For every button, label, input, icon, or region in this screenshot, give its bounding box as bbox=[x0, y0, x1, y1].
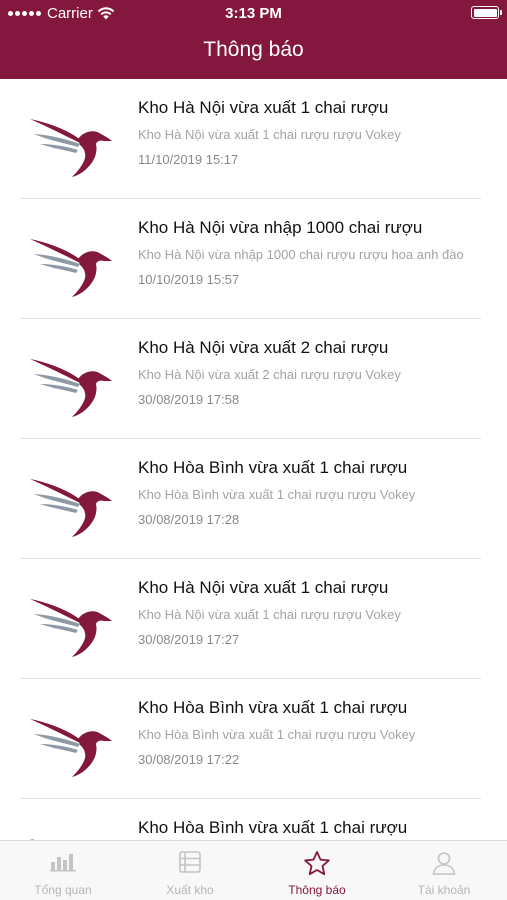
notification-title: Kho Hòa Bình vừa xuất 1 chai rượu bbox=[138, 458, 408, 477]
bar-chart-icon bbox=[50, 854, 76, 872]
eagle-logo-icon bbox=[30, 479, 112, 537]
notification-date: 11/10/2019 15:17 bbox=[138, 152, 239, 167]
star-icon bbox=[304, 851, 330, 876]
notification-date: 30/08/2019 17:28 bbox=[138, 512, 240, 527]
notification-title: Kho Hòa Bình vừa xuất 1 chai rượu bbox=[138, 818, 408, 837]
notification-title: Kho Hà Nội vừa xuất 2 chai rượu bbox=[138, 338, 389, 357]
notification-item[interactable]: Kho Hà Nội vừa xuất 1 chai rượu Kho Hà N… bbox=[0, 559, 507, 679]
eagle-logo-icon bbox=[30, 359, 112, 417]
notification-date: 30/08/2019 17:58 bbox=[138, 392, 240, 407]
notification-title: Kho Hà Nội vừa nhập 1000 chai rượu bbox=[138, 218, 423, 237]
notification-date: 30/08/2019 17:22 bbox=[138, 752, 240, 767]
notification-item[interactable]: Kho Hòa Bình vừa xuất 1 chai rượu bbox=[0, 799, 507, 840]
notification-date: 10/10/2019 15:57 bbox=[138, 272, 240, 287]
eagle-logo-icon bbox=[30, 599, 112, 657]
notification-title: Kho Hà Nội vừa xuất 1 chai rượu bbox=[138, 98, 389, 117]
tab-bar: Tổng quan Xuất kho Thông báo Tài khoản bbox=[0, 840, 507, 900]
user-icon bbox=[432, 852, 456, 875]
notification-item[interactable]: Kho Hà Nội vừa xuất 2 chai rượu Kho Hà N… bbox=[0, 319, 507, 439]
tab-label: Tài khoản bbox=[417, 883, 471, 897]
notification-subtitle: Kho Hà Nội vừa xuất 2 chai rượu rượu Vok… bbox=[138, 367, 401, 382]
notification-list[interactable]: Kho Hà Nội vừa xuất 1 chai rượu Kho Hà N… bbox=[0, 79, 507, 840]
notification-date: 30/08/2019 17:27 bbox=[138, 632, 240, 647]
eagle-logo-icon bbox=[30, 239, 112, 297]
tab-xuat-kho[interactable]: Xuất kho bbox=[127, 841, 253, 900]
notification-subtitle: Kho Hòa Bình vừa xuất 1 chai rượu rượu V… bbox=[138, 487, 416, 502]
notification-item[interactable]: Kho Hòa Bình vừa xuất 1 chai rượu Kho Hò… bbox=[0, 679, 507, 799]
status-bar: Carrier 3:13 PM bbox=[0, 0, 507, 26]
notification-subtitle: Kho Hà Nội vừa nhập 1000 chai rượu rượu … bbox=[138, 247, 464, 262]
notification-item[interactable]: Kho Hà Nội vừa nhập 1000 chai rượu Kho H… bbox=[0, 199, 507, 319]
tab-label: Tổng quan bbox=[34, 883, 92, 897]
notification-subtitle: Kho Hòa Bình vừa xuất 1 chai rượu rượu V… bbox=[138, 727, 416, 742]
notification-subtitle: Kho Hà Nội vừa xuất 1 chai rượu rượu Vok… bbox=[138, 127, 401, 142]
tab-tai-khoan[interactable]: Tài khoản bbox=[381, 841, 507, 900]
notification-item[interactable]: Kho Hà Nội vừa xuất 1 chai rượu Kho Hà N… bbox=[0, 79, 507, 199]
notification-item[interactable]: Kho Hòa Bình vừa xuất 1 chai rượu Kho Hò… bbox=[0, 439, 507, 559]
notification-title: Kho Hà Nội vừa xuất 1 chai rượu bbox=[138, 578, 389, 597]
notification-title: Kho Hòa Bình vừa xuất 1 chai rượu bbox=[138, 698, 408, 717]
app-header: Carrier 3:13 PM Thông báo bbox=[0, 0, 507, 79]
status-time: 3:13 PM bbox=[225, 5, 282, 22]
tab-tong-quan[interactable]: Tổng quan bbox=[0, 841, 126, 900]
tab-thong-bao[interactable]: Thông báo bbox=[254, 841, 380, 900]
page-title: Thông báo bbox=[203, 38, 304, 61]
battery-icon bbox=[471, 6, 502, 19]
list-icon bbox=[179, 851, 201, 873]
tab-label: Xuất kho bbox=[166, 883, 214, 897]
eagle-logo-icon bbox=[30, 119, 112, 177]
eagle-logo-icon bbox=[30, 719, 112, 777]
tab-label: Thông báo bbox=[288, 883, 346, 897]
eagle-logo-icon bbox=[30, 839, 112, 840]
notification-subtitle: Kho Hà Nội vừa xuất 1 chai rượu rượu Vok… bbox=[138, 607, 401, 622]
